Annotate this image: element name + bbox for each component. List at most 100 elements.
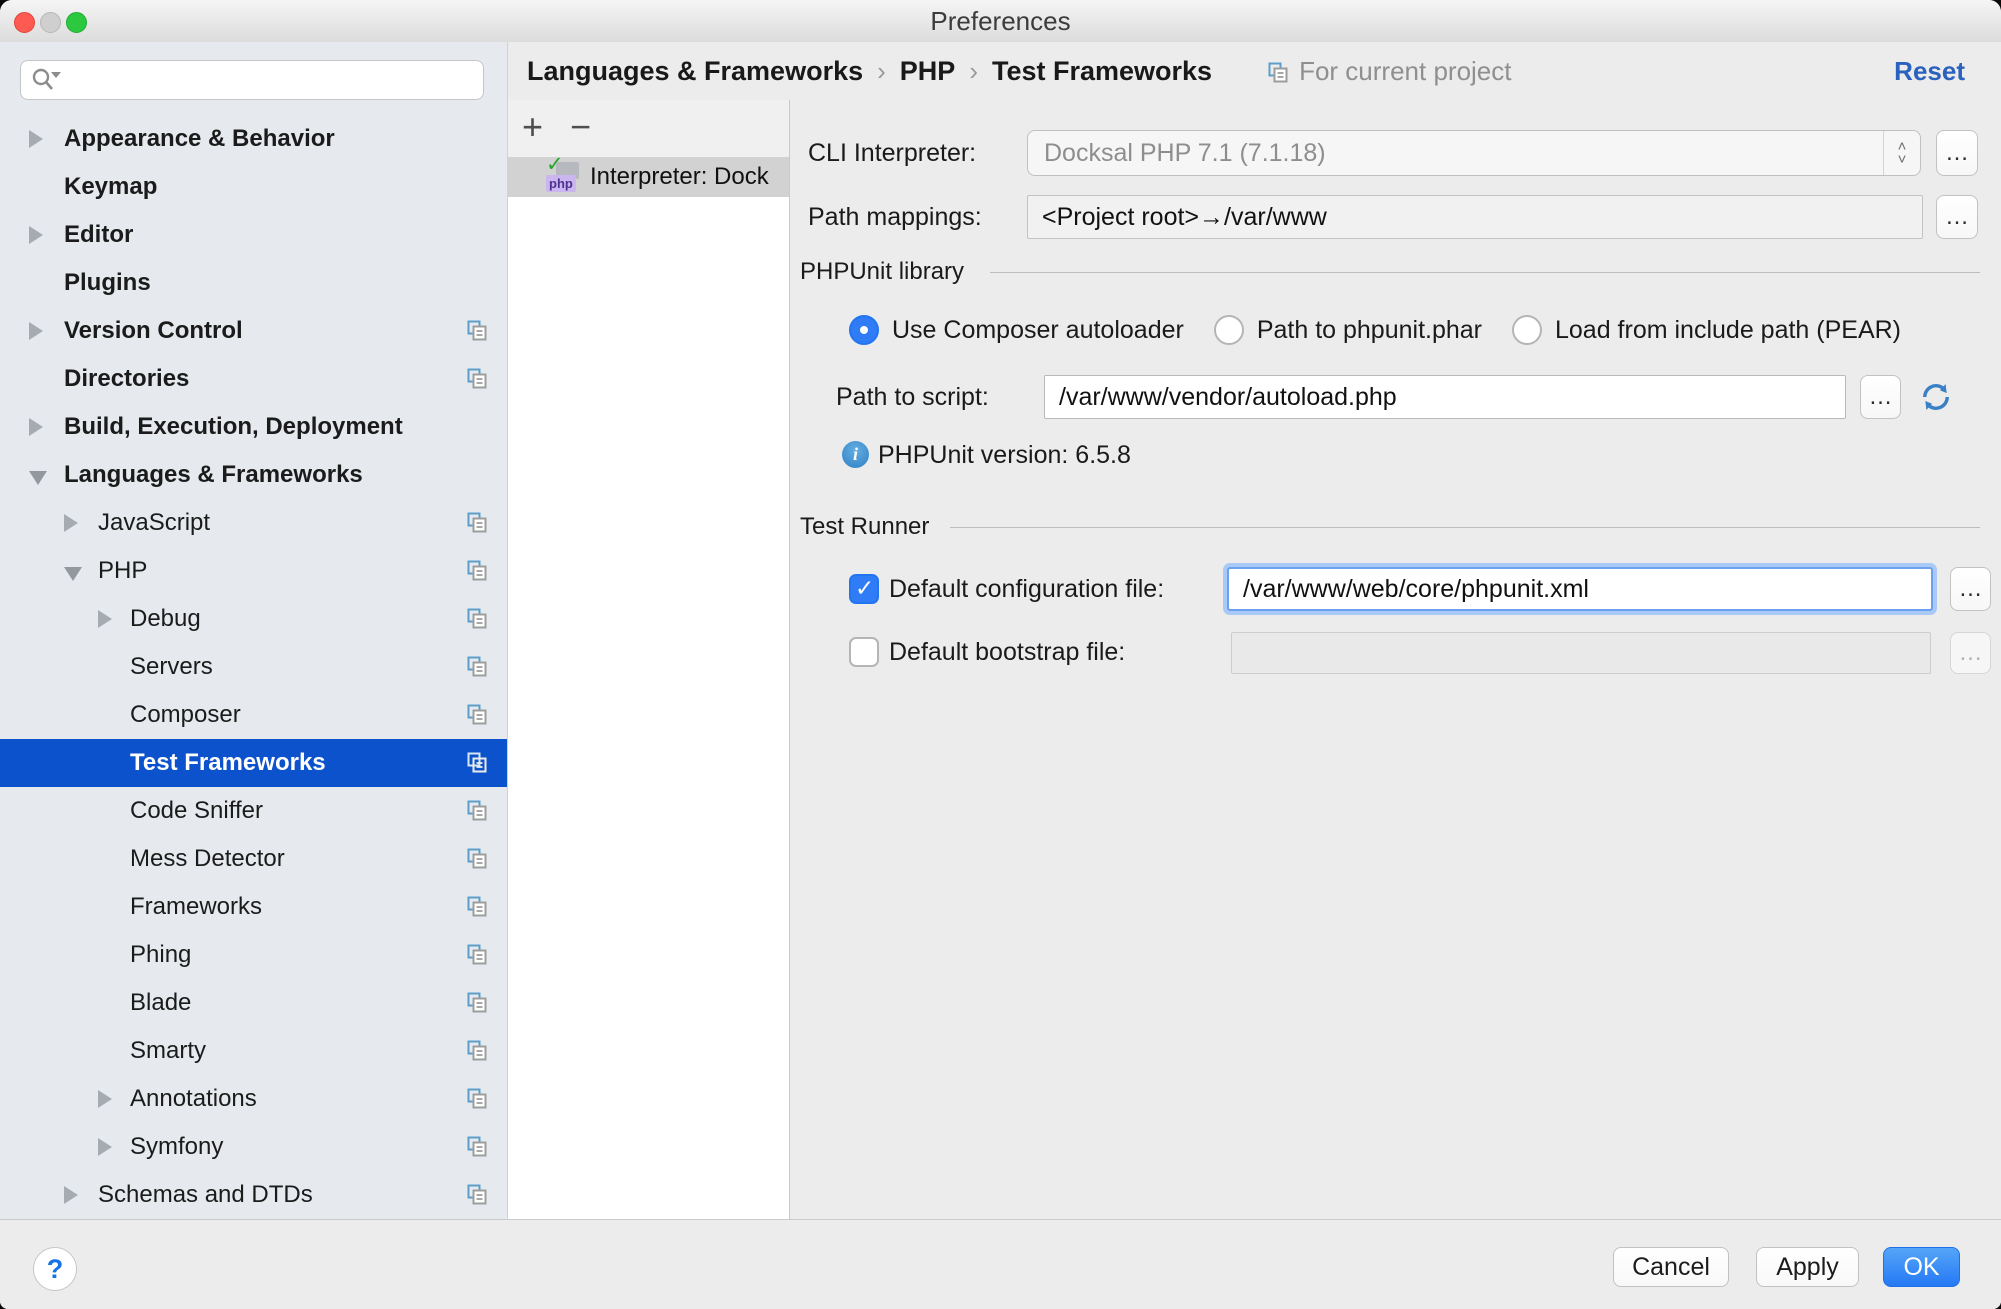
sidebar-item-label: PHP <box>98 547 147 595</box>
chevron-right-icon[interactable] <box>98 610 112 628</box>
minimize-window-button[interactable] <box>40 12 61 33</box>
chevron-right-icon[interactable] <box>64 1186 78 1204</box>
sidebar-item-build-execution-deployment[interactable]: Build, Execution, Deployment <box>0 403 507 451</box>
zoom-window-button[interactable] <box>66 12 87 33</box>
sidebar-item-languages-frameworks[interactable]: Languages & Frameworks <box>0 451 507 499</box>
default-bootstrap-file-input[interactable] <box>1231 632 1931 674</box>
path-mappings-browse-button[interactable]: … <box>1936 195 1978 239</box>
interpreter-list-item[interactable]: ✓ php Interpreter: Dock <box>508 157 789 197</box>
sidebar-item-composer[interactable]: Composer <box>0 691 507 739</box>
breadcrumb-test-frameworks[interactable]: Test Frameworks <box>992 56 1212 87</box>
sidebar-item-label: Test Frameworks <box>130 739 326 787</box>
sidebar-item-mess-detector[interactable]: Mess Detector <box>0 835 507 883</box>
chevron-right-icon[interactable] <box>29 130 43 148</box>
phpunit-library-title: PHPUnit library <box>800 250 964 294</box>
default-configuration-file-value: /var/www/web/core/phpunit.xml <box>1243 569 1589 609</box>
shared-settings-icon <box>467 512 488 534</box>
radio-button[interactable] <box>1512 315 1542 345</box>
add-interpreter-button[interactable]: + <box>522 100 543 157</box>
sidebar-item-symfony[interactable]: Symfony <box>0 1123 507 1171</box>
sidebar-item-label: Appearance & Behavior <box>64 115 335 163</box>
search-filter-caret-icon[interactable] <box>51 72 61 78</box>
scope-label: For current project <box>1299 56 1511 87</box>
cancel-button[interactable]: Cancel <box>1613 1247 1729 1287</box>
path-mappings-value: <Project root>→/var/www <box>1042 196 1327 238</box>
sidebar-item-servers[interactable]: Servers <box>0 643 507 691</box>
path-to-script-browse-button[interactable]: … <box>1860 375 1901 419</box>
shared-settings-icon <box>467 848 488 870</box>
shared-settings-icon <box>467 800 488 822</box>
reset-link[interactable]: Reset <box>1894 56 1965 87</box>
sidebar-item-blade[interactable]: Blade <box>0 979 507 1027</box>
breadcrumb-php[interactable]: PHP <box>900 56 956 87</box>
sidebar-item-frameworks[interactable]: Frameworks <box>0 883 507 931</box>
sidebar-item-label: Editor <box>64 211 133 259</box>
sidebar-item-appearance-behavior[interactable]: Appearance & Behavior <box>0 115 507 163</box>
section-divider <box>990 272 1980 273</box>
sidebar-item-php[interactable]: PHP <box>0 547 507 595</box>
breadcrumb-languages-frameworks[interactable]: Languages & Frameworks <box>527 56 863 87</box>
radio-path-to-phpunit-phar[interactable]: Path to phpunit.phar <box>1214 315 1482 345</box>
chevron-right-icon[interactable] <box>98 1138 112 1156</box>
close-window-button[interactable] <box>14 12 35 33</box>
chevron-down-icon[interactable] <box>29 471 47 485</box>
sidebar-item-javascript[interactable]: JavaScript <box>0 499 507 547</box>
sidebar-item-plugins[interactable]: Plugins <box>0 259 507 307</box>
sidebar-item-test-frameworks[interactable]: Test Frameworks <box>0 739 507 787</box>
sidebar-item-version-control[interactable]: Version Control <box>0 307 507 355</box>
shared-settings-icon <box>467 608 488 630</box>
sidebar-item-label: JavaScript <box>98 499 210 547</box>
sidebar-item-code-sniffer[interactable]: Code Sniffer <box>0 787 507 835</box>
test-runner-section: Test Runner <box>790 505 2001 549</box>
sidebar-item-annotations[interactable]: Annotations <box>0 1075 507 1123</box>
path-mappings-field[interactable]: <Project root>→/var/www <box>1027 195 1923 239</box>
sidebar-item-editor[interactable]: Editor <box>0 211 507 259</box>
cli-interpreter-select[interactable]: Docksal PHP 7.1 (7.1.18) ˄˅ <box>1027 130 1921 176</box>
settings-search-box[interactable] <box>20 60 484 100</box>
sidebar-item-debug[interactable]: Debug <box>0 595 507 643</box>
phpunit-library-section: PHPUnit library <box>790 250 2001 294</box>
default-configuration-file-input[interactable]: /var/www/web/core/phpunit.xml <box>1227 567 1933 611</box>
sidebar-item-label: Keymap <box>64 163 157 211</box>
chevron-right-icon[interactable] <box>29 226 43 244</box>
reload-phpunit-version-icon[interactable] <box>1918 379 1954 415</box>
chevron-right-icon[interactable] <box>64 514 78 532</box>
title-bar: Preferences <box>0 0 2001 43</box>
sidebar-item-schemas-and-dtds[interactable]: Schemas and DTDs <box>0 1171 507 1219</box>
radio-button[interactable] <box>849 315 879 345</box>
ok-button[interactable]: OK <box>1883 1247 1960 1287</box>
default-configuration-file-browse-button[interactable]: … <box>1950 567 1991 611</box>
sidebar-item-smarty[interactable]: Smarty <box>0 1027 507 1075</box>
default-configuration-file-label: Default configuration file: <box>889 565 1164 613</box>
cli-interpreter-label: CLI Interpreter: <box>808 130 976 176</box>
radio-button[interactable] <box>1214 315 1244 345</box>
sidebar-item-keymap[interactable]: Keymap <box>0 163 507 211</box>
chevron-right-icon[interactable] <box>29 418 43 436</box>
shared-settings-icon <box>467 752 488 774</box>
default-bootstrap-file-checkbox[interactable] <box>849 637 879 667</box>
default-configuration-file-checkbox[interactable] <box>849 574 879 604</box>
chevron-right-icon[interactable] <box>98 1090 112 1108</box>
test-frameworks-settings: CLI Interpreter: Docksal PHP 7.1 (7.1.18… <box>790 100 2001 1219</box>
sidebar-item-label: Annotations <box>130 1075 257 1123</box>
chevron-down-icon[interactable] <box>64 567 82 581</box>
interpreters-toolbar: + − <box>508 100 789 157</box>
default-bootstrap-file-browse-button: … <box>1950 632 1991 674</box>
shared-settings-icon <box>467 656 488 678</box>
radio-use-composer-autoloader[interactable]: Use Composer autoloader <box>849 315 1184 345</box>
sidebar-item-directories[interactable]: Directories <box>0 355 507 403</box>
interpreters-panel: + − ✓ php Interpreter: Dock <box>508 100 790 1219</box>
path-to-script-input[interactable]: /var/www/vendor/autoload.php <box>1044 375 1846 419</box>
search-input[interactable] <box>73 63 477 97</box>
radio-load-from-include-path[interactable]: Load from include path (PEAR) <box>1512 315 1901 345</box>
help-button[interactable]: ? <box>33 1247 77 1291</box>
chevron-right-icon[interactable] <box>29 322 43 340</box>
apply-button[interactable]: Apply <box>1756 1247 1859 1287</box>
interpreter-label: Interpreter: Dock <box>590 157 769 197</box>
shared-settings-icon <box>467 368 488 390</box>
stepper-icon[interactable]: ˄˅ <box>1883 131 1920 175</box>
sidebar-item-label: Servers <box>130 643 213 691</box>
remove-interpreter-button[interactable]: − <box>570 100 591 157</box>
cli-interpreter-browse-button[interactable]: … <box>1936 130 1978 176</box>
sidebar-item-phing[interactable]: Phing <box>0 931 507 979</box>
